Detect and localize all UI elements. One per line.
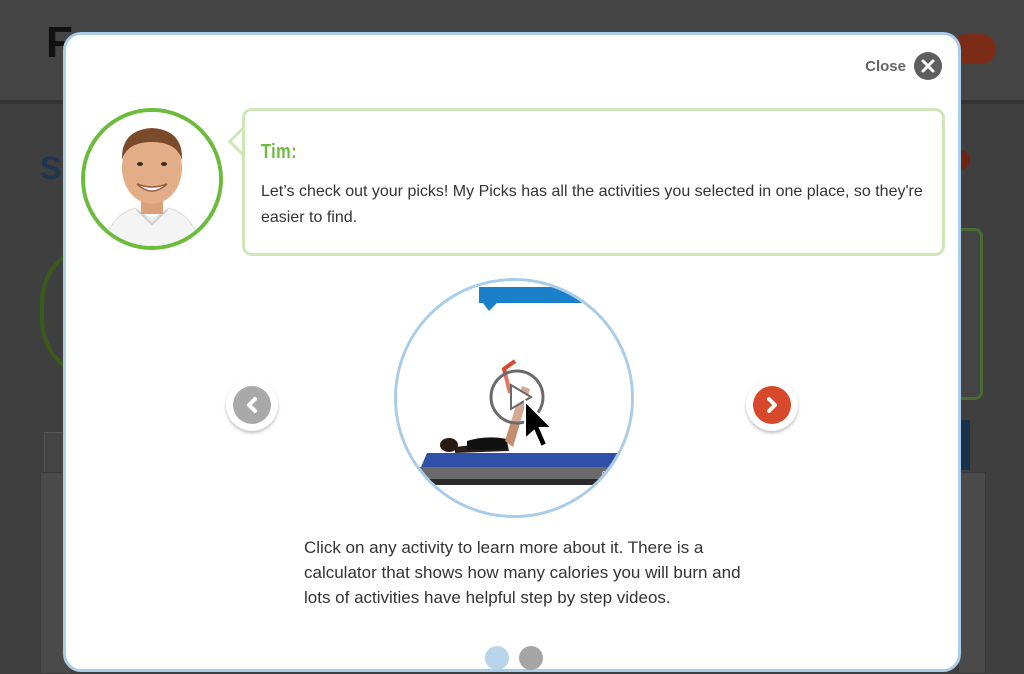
- background-card-right: [958, 472, 986, 674]
- close-icon[interactable]: [914, 52, 942, 80]
- video-time: 00: [602, 470, 611, 479]
- pagination-dot-2[interactable]: [519, 646, 543, 670]
- close-label: Close: [865, 57, 906, 75]
- speech-text: Let’s check out your picks! My Picks has…: [261, 183, 923, 226]
- close-button[interactable]: Close: [865, 52, 942, 80]
- next-button[interactable]: [746, 379, 798, 431]
- pagination-dot-1[interactable]: [485, 646, 509, 670]
- chevron-left-icon: [233, 386, 271, 424]
- tour-modal: Close Tim: Let’s check out your picks! M…: [63, 32, 961, 672]
- chevron-right-icon: [753, 386, 791, 424]
- background-side-box: [958, 228, 983, 400]
- background-page-title: S: [40, 150, 62, 186]
- speaker-name: Tim:: [261, 141, 297, 163]
- pagination-dots: [485, 646, 543, 670]
- tour-description: Click on any activity to learn more abou…: [304, 538, 741, 607]
- activity-preview-image: 00: [394, 278, 634, 518]
- speech-bubble: Tim: Let’s check out your picks! My Pick…: [242, 108, 945, 256]
- previous-button[interactable]: [226, 379, 278, 431]
- coach-avatar: [81, 108, 223, 250]
